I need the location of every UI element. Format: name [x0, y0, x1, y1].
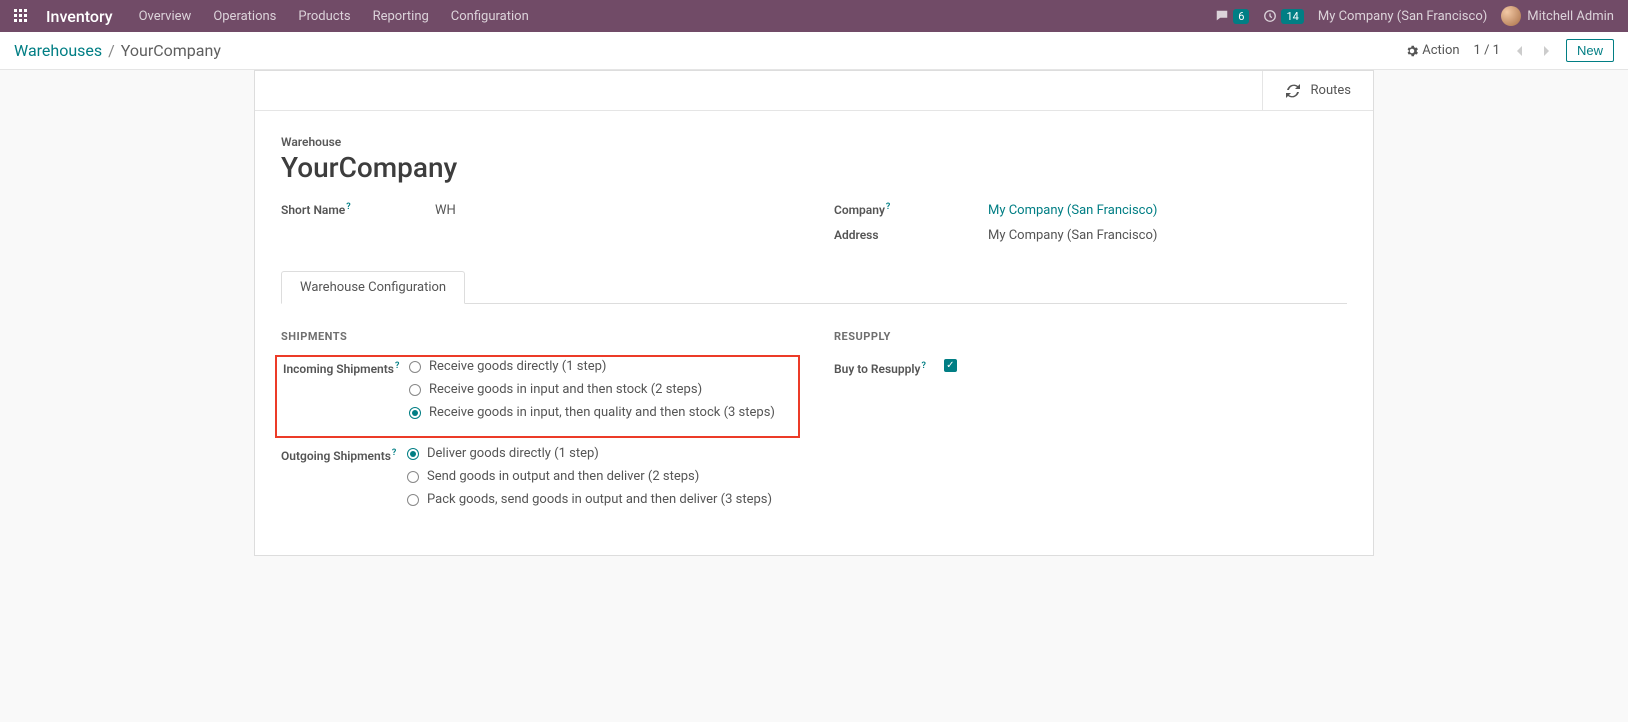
radio-label: Pack goods, send goods in output and the… — [427, 492, 772, 507]
user-menu[interactable]: Mitchell Admin — [1501, 6, 1614, 26]
incoming-highlight: Incoming Shipments? Receive goods direct… — [275, 355, 800, 438]
brand-title[interactable]: Inventory — [46, 7, 113, 26]
outgoing-option-2steps[interactable]: Send goods in output and then deliver (2… — [407, 469, 794, 484]
outgoing-label: Outgoing Shipments? — [281, 446, 407, 463]
incoming-option-3steps[interactable]: Receive goods in input, then quality and… — [409, 405, 792, 420]
nav-products[interactable]: Products — [298, 9, 350, 24]
right-col: Company? My Company (San Francisco) Addr… — [834, 202, 1347, 253]
radio-icon — [409, 407, 421, 419]
outgoing-radio-group: Deliver goods directly (1 step) Send goo… — [407, 446, 794, 515]
navbar: Inventory Overview Operations Products R… — [0, 0, 1628, 32]
nav-operations[interactable]: Operations — [213, 9, 276, 24]
breadcrumb-parent[interactable]: Warehouses — [14, 41, 102, 60]
new-button[interactable]: New — [1566, 39, 1614, 62]
breadcrumb-sep: / — [108, 41, 115, 60]
short-name-label: Short Name? — [281, 202, 435, 217]
incoming-option-2steps[interactable]: Receive goods in input and then stock (2… — [409, 382, 792, 397]
short-name-row: Short Name? WH — [281, 202, 794, 218]
company-label: Company? — [834, 202, 988, 217]
outgoing-option-1step[interactable]: Deliver goods directly (1 step) — [407, 446, 794, 461]
nav-reporting[interactable]: Reporting — [373, 9, 429, 24]
form-wrap: Routes Warehouse YourCompany Short Name?… — [0, 70, 1628, 586]
company-switcher[interactable]: My Company (San Francisco) — [1318, 9, 1487, 24]
incoming-radio-group: Receive goods directly (1 step) Receive … — [409, 359, 792, 428]
help-icon[interactable]: ? — [392, 448, 396, 458]
tabs: Warehouse Configuration — [281, 271, 1347, 304]
routes-stat-button[interactable]: Routes — [1262, 71, 1373, 110]
warehouse-title[interactable]: YourCompany — [281, 151, 1347, 184]
refresh-icon — [1285, 83, 1301, 99]
resupply-col: RESUPPLY Buy to Resupply? ✓ — [834, 330, 1347, 519]
company-value[interactable]: My Company (San Francisco) — [988, 203, 1157, 218]
incoming-row: Incoming Shipments? Receive goods direct… — [283, 359, 792, 428]
activities-badge: 14 — [1281, 9, 1303, 24]
activities-button[interactable]: 14 — [1263, 9, 1303, 24]
outgoing-row: Outgoing Shipments? Deliver goods direct… — [281, 446, 794, 515]
form-sheet: Routes Warehouse YourCompany Short Name?… — [254, 70, 1374, 556]
address-label: Address — [834, 228, 988, 242]
routes-label: Routes — [1311, 83, 1351, 98]
messages-button[interactable]: 6 — [1215, 9, 1249, 24]
short-name-value[interactable]: WH — [435, 203, 456, 218]
radio-label: Deliver goods directly (1 step) — [427, 446, 599, 461]
pager-prev[interactable] — [1514, 43, 1526, 58]
left-col: Short Name? WH — [281, 202, 794, 253]
buy-resupply-label: Buy to Resupply? — [834, 359, 926, 376]
buy-row: Buy to Resupply? ✓ — [834, 359, 1347, 376]
control-bar-right: Action 1 / 1 New — [1406, 39, 1614, 62]
company-row: Company? My Company (San Francisco) — [834, 202, 1347, 218]
radio-icon — [407, 471, 419, 483]
apps-icon[interactable] — [14, 9, 28, 23]
gear-icon — [1406, 45, 1418, 57]
top-columns: Short Name? WH Company? My Company (San … — [281, 202, 1347, 253]
buy-resupply-checkbox[interactable]: ✓ — [944, 359, 957, 372]
action-menu[interactable]: Action — [1406, 43, 1459, 58]
radio-icon — [407, 448, 419, 460]
user-name: Mitchell Admin — [1527, 9, 1614, 24]
address-value[interactable]: My Company (San Francisco) — [988, 228, 1157, 243]
breadcrumb: Warehouses / YourCompany — [14, 41, 221, 60]
help-icon[interactable]: ? — [921, 361, 925, 371]
tab-warehouse-config[interactable]: Warehouse Configuration — [281, 271, 465, 304]
pager[interactable]: 1 / 1 — [1474, 43, 1500, 58]
radio-label: Send goods in output and then deliver (2… — [427, 469, 699, 484]
radio-icon — [409, 361, 421, 373]
nav-links: Overview Operations Products Reporting C… — [139, 9, 529, 24]
messages-badge: 6 — [1233, 9, 1249, 24]
nav-configuration[interactable]: Configuration — [451, 9, 529, 24]
nav-overview[interactable]: Overview — [139, 9, 192, 24]
pager-next[interactable] — [1540, 43, 1552, 58]
address-row: Address My Company (San Francisco) — [834, 228, 1347, 243]
radio-icon — [409, 384, 421, 396]
help-icon[interactable]: ? — [395, 361, 399, 371]
tab-content: SHIPMENTS Incoming Shipments? Receive go… — [281, 304, 1347, 519]
incoming-option-1step[interactable]: Receive goods directly (1 step) — [409, 359, 792, 374]
action-label: Action — [1422, 43, 1459, 58]
help-icon[interactable]: ? — [346, 202, 350, 212]
stat-button-bar: Routes — [255, 71, 1373, 111]
radio-label: Receive goods in input, then quality and… — [429, 405, 775, 420]
radio-icon — [407, 494, 419, 506]
shipments-col: SHIPMENTS Incoming Shipments? Receive go… — [281, 330, 794, 519]
resupply-section-title: RESUPPLY — [834, 330, 1347, 343]
warehouse-label: Warehouse — [281, 135, 1347, 149]
radio-label: Receive goods in input and then stock (2… — [429, 382, 702, 397]
avatar-icon — [1501, 6, 1521, 26]
nav-left: Inventory Overview Operations Products R… — [14, 7, 529, 26]
outgoing-option-3steps[interactable]: Pack goods, send goods in output and the… — [407, 492, 794, 507]
breadcrumb-current: YourCompany — [121, 41, 221, 60]
radio-label: Receive goods directly (1 step) — [429, 359, 606, 374]
help-icon[interactable]: ? — [886, 202, 890, 212]
control-bar: Warehouses / YourCompany Action 1 / 1 Ne… — [0, 32, 1628, 70]
form-body: Warehouse YourCompany Short Name? WH Com… — [255, 111, 1373, 555]
shipments-section-title: SHIPMENTS — [281, 330, 794, 343]
nav-right: 6 14 My Company (San Francisco) Mitchell… — [1215, 6, 1614, 26]
incoming-label: Incoming Shipments? — [283, 359, 409, 376]
